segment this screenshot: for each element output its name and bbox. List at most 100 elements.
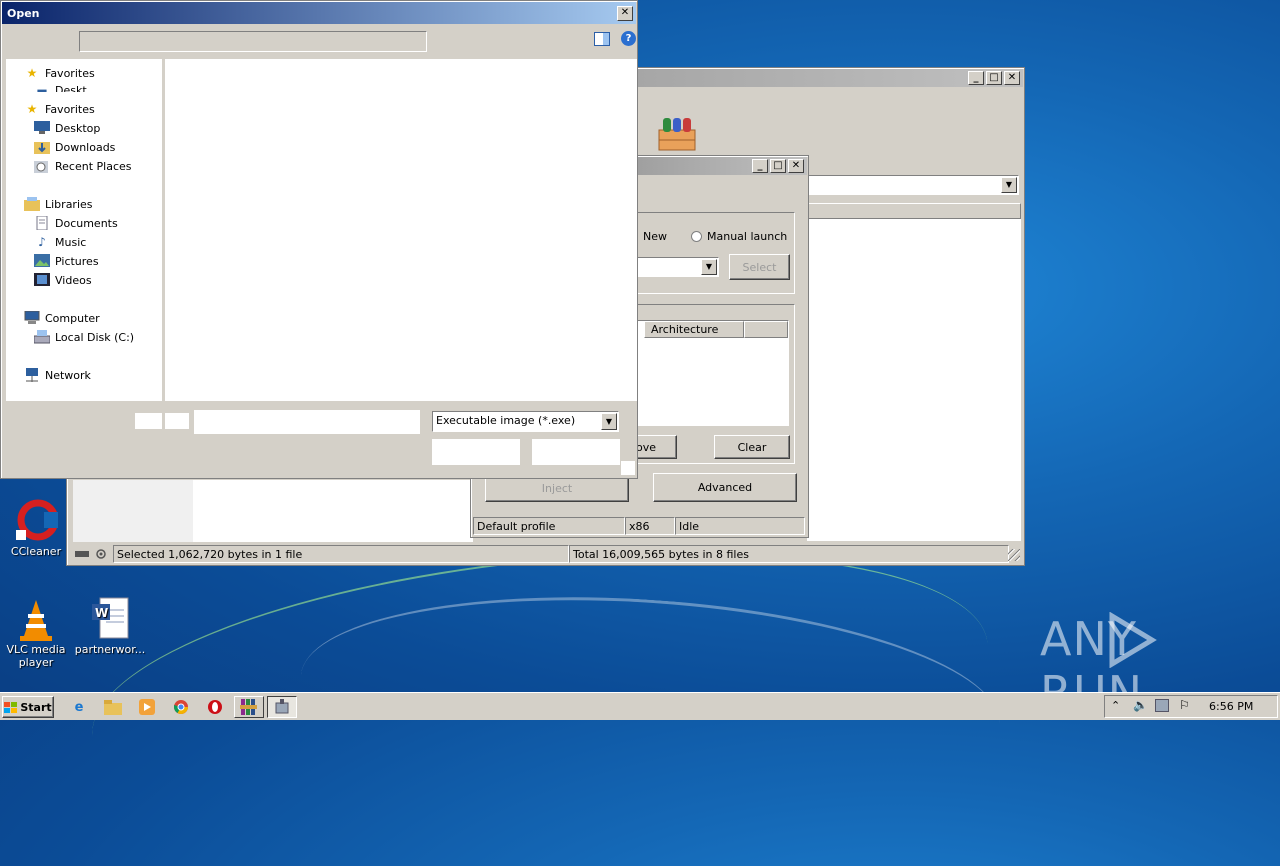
tray-expand-icon[interactable]: ⌃ xyxy=(1111,699,1120,712)
cancel-button[interactable] xyxy=(532,439,620,465)
status-state: Idle xyxy=(675,517,805,535)
preview-pane-icon[interactable] xyxy=(594,32,610,46)
action-center-flag-icon[interactable]: ⚐ xyxy=(1179,698,1190,712)
resize-grip-icon[interactable] xyxy=(1008,549,1020,561)
nav-computer[interactable]: Computer xyxy=(24,310,100,325)
select-button[interactable]: Select xyxy=(729,254,790,280)
filename-label-block xyxy=(165,413,189,429)
radio-new[interactable]: New xyxy=(643,230,667,243)
pictures-icon xyxy=(34,254,50,268)
nav-music[interactable]: ♪ Music xyxy=(34,235,86,249)
desktop-icon-word-doc[interactable]: W partnerwor... xyxy=(74,596,146,656)
clear-button[interactable]: Clear xyxy=(714,435,790,459)
nav-pictures[interactable]: Pictures xyxy=(34,254,99,268)
close-button[interactable]: ✕ xyxy=(1004,71,1020,85)
local-disk-icon xyxy=(33,330,51,344)
nav-downloads[interactable]: Downloads xyxy=(34,140,115,154)
libraries-icon xyxy=(24,197,40,211)
desktop-icon-vlc[interactable]: VLC media player xyxy=(0,596,72,669)
open-button[interactable] xyxy=(432,439,520,465)
network-tray-icon[interactable] xyxy=(1155,699,1169,712)
filename-input[interactable] xyxy=(194,410,420,434)
taskbar: Start e ⌃ 🔈 ⚐ 6:56 PM xyxy=(0,692,1280,720)
combo-dropdown-arrow[interactable]: ▼ xyxy=(601,413,617,430)
status-architecture: x86 xyxy=(625,517,675,535)
chrome-icon[interactable] xyxy=(170,697,192,717)
syringe-icon xyxy=(275,699,289,714)
archive-statusbar: Selected 1,062,720 bytes in 1 file Total… xyxy=(69,545,1022,563)
nav-libraries[interactable]: Libraries xyxy=(24,197,93,211)
nav-desktop[interactable]: Desktop xyxy=(34,121,100,135)
close-button[interactable]: ✕ xyxy=(788,159,804,173)
winrar-icon xyxy=(240,699,257,715)
desktop-icon-label: VLC media player xyxy=(6,643,66,669)
nav-favorites[interactable]: ★ Favorites xyxy=(24,66,95,80)
column-header-architecture[interactable]: Architecture xyxy=(644,321,744,338)
radio-circle[interactable] xyxy=(691,231,702,242)
resize-grip-icon[interactable] xyxy=(621,461,635,475)
desktop-icon: ▬ xyxy=(36,84,48,92)
opera-icon[interactable] xyxy=(204,697,226,717)
nav-favorites[interactable]: ★ Favorites xyxy=(24,102,95,116)
archive-file-list[interactable] xyxy=(807,219,1021,541)
documents-icon xyxy=(34,215,50,231)
close-button[interactable]: ✕ xyxy=(617,5,633,21)
navigation-pane[interactable]: ★ Favorites ▬ Deskt ★ Favorites Desktop Dow… xyxy=(6,59,162,401)
open-dialog-title: Open xyxy=(7,6,40,20)
combo-dropdown-arrow[interactable]: ▼ xyxy=(1001,177,1017,193)
desktop-icon-ccleaner[interactable]: CCleaner xyxy=(0,498,72,558)
svg-text:W: W xyxy=(95,606,108,620)
nav-network[interactable]: Network xyxy=(24,368,91,382)
breadcrumb-bar[interactable] xyxy=(79,31,427,52)
process-combo[interactable]: ▼ xyxy=(631,257,719,277)
nav-label: Music xyxy=(55,235,87,249)
maximize-button[interactable]: □ xyxy=(770,159,786,173)
column-header-extra[interactable] xyxy=(744,321,788,338)
combo-dropdown-arrow[interactable]: ▼ xyxy=(701,259,717,275)
filename-label-block xyxy=(135,413,162,429)
start-label: Start xyxy=(20,700,52,714)
volume-icon[interactable]: 🔈 xyxy=(1133,698,1148,712)
nav-desktop-partial[interactable]: ▬ Deskt xyxy=(34,84,86,92)
nav-recent-places[interactable]: Recent Places xyxy=(34,159,132,173)
nav-videos[interactable]: Videos xyxy=(34,273,92,287)
internet-explorer-icon[interactable]: e xyxy=(68,697,90,717)
media-player-icon[interactable] xyxy=(136,697,158,717)
minimize-button[interactable]: _ xyxy=(968,71,984,85)
maximize-button[interactable]: □ xyxy=(986,71,1002,85)
word-document-icon: W xyxy=(88,596,132,640)
nav-label: Pictures xyxy=(55,254,99,268)
open-dialog-titlebar[interactable]: Open ✕ xyxy=(2,2,636,24)
injector-taskbar-button[interactable] xyxy=(267,696,297,718)
archive-toolbar-icon[interactable] xyxy=(657,116,697,152)
system-tray: ⌃ 🔈 ⚐ 6:56 PM xyxy=(1104,695,1278,718)
archive-column-header xyxy=(807,203,1021,219)
dll-list[interactable]: Architecture xyxy=(631,320,789,426)
radio-manual-launch[interactable]: Manual launch xyxy=(691,230,787,243)
nav-local-disk[interactable]: Local Disk (C:) xyxy=(33,330,134,344)
help-icon[interactable]: ? xyxy=(621,31,636,46)
nav-label: Documents xyxy=(55,216,118,230)
file-list-pane[interactable] xyxy=(165,59,637,401)
network-icon xyxy=(24,368,40,382)
clock[interactable]: 6:56 PM xyxy=(1209,700,1253,713)
start-button[interactable]: Start xyxy=(2,696,54,718)
star-icon: ★ xyxy=(26,102,38,116)
nav-label: Computer xyxy=(45,311,100,325)
desktop-icon xyxy=(34,121,50,135)
archive-left-pane xyxy=(73,480,193,542)
file-type-value: Executable image (*.exe) xyxy=(436,414,576,427)
nav-documents[interactable]: Documents xyxy=(34,215,118,231)
status-total: Total 16,009,565 bytes in 8 files xyxy=(569,545,1009,563)
archive-path-combo[interactable]: ▼ xyxy=(807,175,1019,195)
winrar-taskbar-button[interactable] xyxy=(234,696,264,718)
drive-icon xyxy=(75,549,109,559)
open-dialog: Open ✕ ? ★ Favorites ▬ Deskt ★ Favorites De… xyxy=(0,0,638,479)
advanced-button[interactable]: Advanced xyxy=(653,473,797,502)
explorer-folder-icon[interactable] xyxy=(102,697,124,717)
nav-label: Favorites xyxy=(45,66,95,80)
remove-button-label: ove xyxy=(636,440,657,454)
minimize-button[interactable]: _ xyxy=(752,159,768,173)
file-type-select[interactable]: Executable image (*.exe) ▼ xyxy=(432,411,619,432)
recent-places-icon xyxy=(34,159,50,173)
